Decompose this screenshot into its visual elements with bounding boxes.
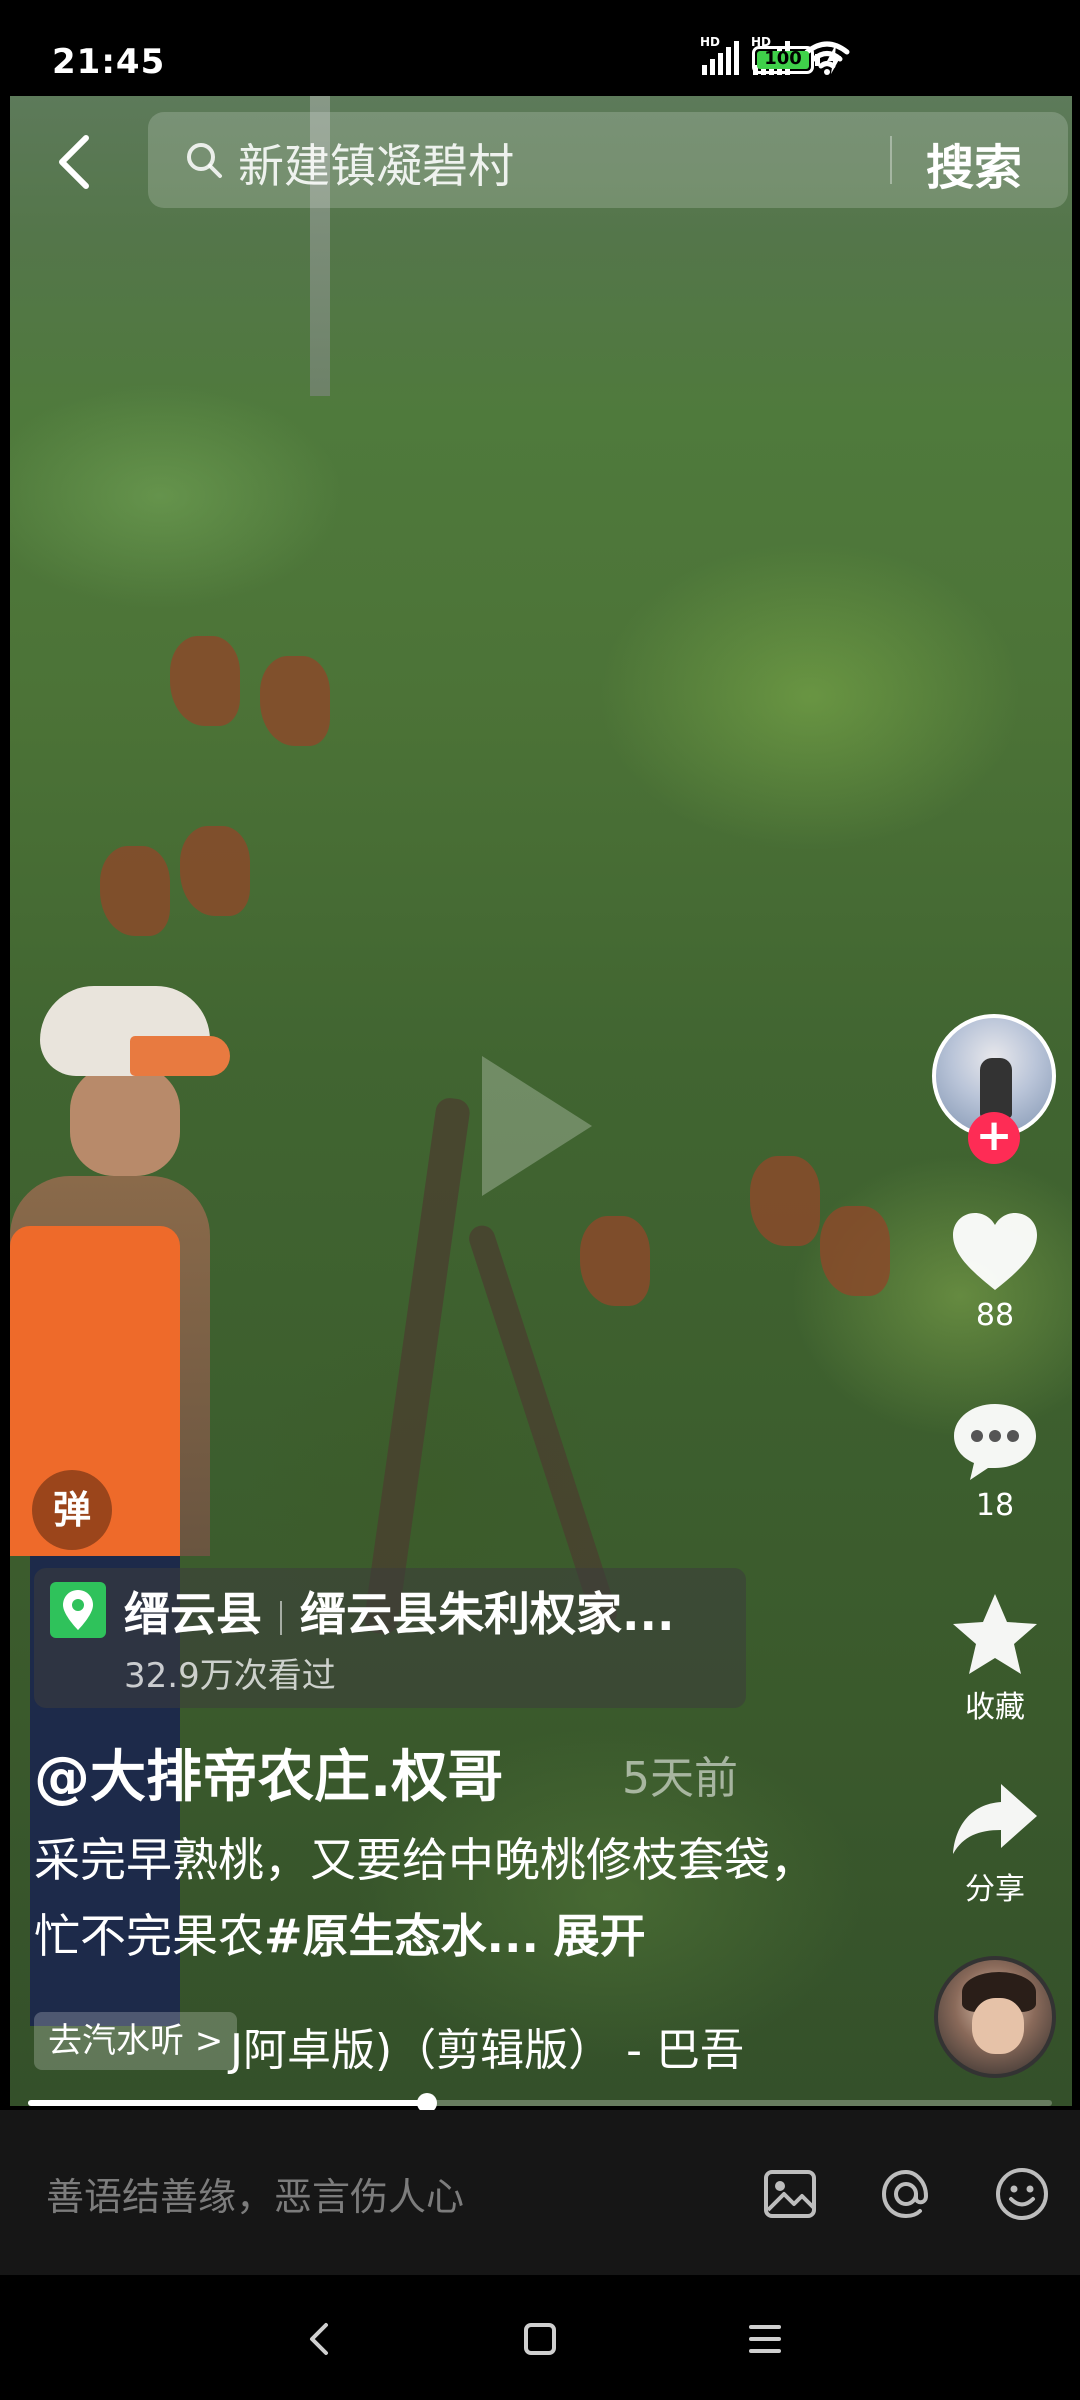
fruit-bag <box>580 1216 650 1306</box>
emoji-icon[interactable] <box>992 2164 1052 2224</box>
author-name[interactable]: @大排帝农庄.权哥 <box>34 1732 503 1813</box>
nav-back-icon[interactable] <box>290 2309 350 2369</box>
progress-fill <box>28 2100 428 2106</box>
location-card[interactable]: 缙云县 缙云县朱利权家... 32.9万次看过 <box>34 1568 746 1708</box>
avatar-figure <box>980 1058 1012 1118</box>
status-bar: 21:45 HD HD 100 <box>0 0 1080 96</box>
nav-menu-icon[interactable] <box>735 2309 795 2369</box>
farmer-hat-brim <box>130 1036 230 1076</box>
like-count: 88 <box>975 1298 1015 1333</box>
star-icon <box>953 1594 1037 1674</box>
battery-icon: 100 <box>752 46 814 74</box>
comment-button[interactable]: 18 <box>945 1400 1045 1523</box>
search-divider <box>890 136 892 184</box>
charging-icon <box>827 44 841 74</box>
follow-button[interactable]: + <box>968 1112 1020 1164</box>
comment-count: 18 <box>975 1488 1015 1523</box>
favorite-button[interactable]: 收藏 <box>945 1590 1045 1726</box>
comment-icon <box>954 1404 1036 1480</box>
search-button[interactable]: 搜索 <box>926 128 1022 198</box>
image-icon[interactable] <box>760 2164 820 2224</box>
fruit-bag <box>100 846 170 936</box>
tree-trunk <box>362 1096 472 1636</box>
nav-home-icon[interactable] <box>510 2309 570 2369</box>
location-county: 缙云县 <box>124 1587 262 1641</box>
comment-input[interactable]: 善语结善缘，恶言伤人心 <box>46 2166 464 2221</box>
favorite-label: 收藏 <box>965 1690 1025 1725</box>
search-input[interactable]: 新建镇凝碧村 <box>238 130 514 196</box>
search-bar[interactable]: 新建镇凝碧村 搜索 <box>148 112 1068 208</box>
post-time: 5天前 <box>622 1753 738 1804</box>
system-nav-bar <box>0 2275 1080 2400</box>
video-progress-bar[interactable] <box>28 2093 1052 2113</box>
location-separator <box>280 1600 282 1635</box>
play-icon <box>482 1056 592 1196</box>
share-icon <box>953 1784 1037 1854</box>
location-views: 32.9万次看过 <box>124 1656 336 1696</box>
caption-hashtag[interactable]: #原生态水... <box>264 1909 539 1963</box>
video-caption[interactable]: 采完早熟桃，又要给中晚桃修枝套袋，忙不完果农#原生态水... 展开 <box>34 1822 834 1974</box>
battery-tip <box>815 54 820 66</box>
like-button[interactable]: 88 <box>945 1210 1045 1333</box>
avatar-face <box>972 1998 1024 2054</box>
mention-icon[interactable] <box>876 2164 936 2224</box>
fruit-bag <box>750 1156 820 1246</box>
share-button[interactable]: 分享 <box>945 1780 1045 1908</box>
farmer-face <box>70 1066 180 1176</box>
open-in-qishui-button[interactable]: 去汽水听 > <box>34 2012 238 2070</box>
music-disc-avatar[interactable] <box>934 1956 1056 2078</box>
location-title: 缙云县 缙云县朱利权家... <box>124 1578 674 1644</box>
fruit-bag <box>180 826 250 916</box>
location-pin-icon <box>50 1582 106 1638</box>
fruit-bag <box>170 636 240 726</box>
share-label: 分享 <box>965 1872 1025 1907</box>
music-title[interactable]: J阿卓版)（剪辑版） - 巴吾 <box>230 2014 744 2078</box>
signal-icon: HD <box>700 35 739 75</box>
heart-icon <box>953 1213 1037 1290</box>
search-icon <box>187 143 222 178</box>
fruit-bag <box>260 656 330 746</box>
back-icon[interactable] <box>50 132 100 192</box>
location-place: 缙云县朱利权家... <box>300 1587 675 1641</box>
expand-link[interactable]: 展开 <box>554 1909 646 1963</box>
danmu-toggle[interactable]: 弹 <box>32 1470 112 1550</box>
fruit-bag <box>820 1206 890 1296</box>
comment-bar: 善语结善缘，恶言伤人心 <box>0 2110 1080 2275</box>
status-time: 21:45 <box>52 42 166 82</box>
